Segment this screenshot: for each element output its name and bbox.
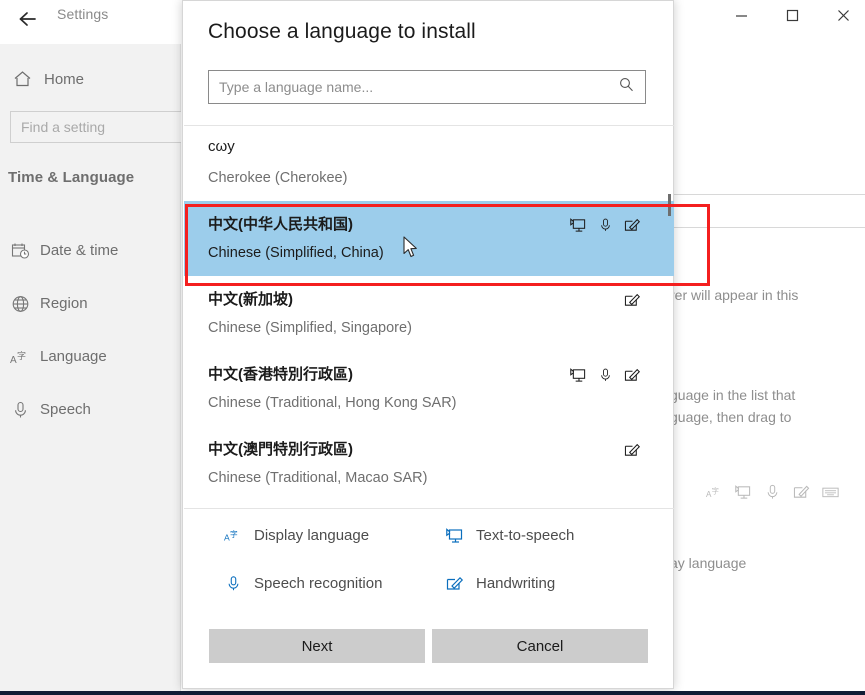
list-item[interactable]: 中文(新加坡) Chinese (Simplified, Singapore) <box>184 276 674 351</box>
legend-label: Handwriting <box>476 575 555 592</box>
text-to-speech-icon <box>446 527 464 544</box>
minimize-button[interactable] <box>718 0 764 30</box>
speech-icon <box>598 217 613 238</box>
legend-label: Speech recognition <box>254 575 382 592</box>
legend-item-handwriting: Handwriting <box>446 575 555 592</box>
cancel-button[interactable]: Cancel <box>432 629 648 663</box>
speech-icon <box>598 367 613 388</box>
svg-text:字: 字 <box>230 529 238 539</box>
sidebar-item-speech[interactable]: Speech <box>0 383 180 436</box>
sidebar-item-speech-label: Speech <box>40 401 91 418</box>
language-english-name: Chinese (Traditional, Hong Kong SAR) <box>208 395 457 411</box>
dialog-buttons: Next Cancel <box>183 621 673 671</box>
list-item[interactable]: 中文(香港特別行政區) Chinese (Traditional, Hong K… <box>184 351 674 426</box>
list-item[interactable]: сωу Cherokee (Cherokee) <box>184 126 674 201</box>
window-title: Settings <box>57 6 108 22</box>
sidebar-item-region-label: Region <box>40 295 88 312</box>
sidebar-item-date-time[interactable]: Date & time <box>0 224 180 277</box>
language-list[interactable]: сωу Cherokee (Cherokee) 中文(中华人民共和国) Chin… <box>184 126 674 507</box>
pane-text-fragment-3: guage, then drag to <box>670 409 791 425</box>
search-input-placeholder: Find a setting <box>11 119 105 135</box>
legend-item-speech-recognition: Speech recognition <box>224 575 382 592</box>
handwriting-icon <box>624 367 641 388</box>
language-native-name: 中文(中华人民共和国) <box>208 213 353 234</box>
svg-text:字: 字 <box>712 487 719 496</box>
search-icon <box>619 77 645 97</box>
svg-text:字: 字 <box>17 350 26 362</box>
language-english-name: Chinese (Simplified, China) <box>208 245 384 261</box>
handwriting-icon <box>793 484 810 505</box>
pane-text-fragment-1: rer will appear in this <box>670 287 798 303</box>
list-item[interactable]: 中文(中华人民共和国) Chinese (Simplified, China) <box>184 201 674 276</box>
handwriting-icon <box>624 217 641 238</box>
pane-text-fragment-2: guage in the list that <box>670 387 795 403</box>
microphone-icon <box>0 401 40 419</box>
screen: Settings <box>0 0 865 695</box>
language-native-name: 中文(新加坡) <box>208 288 293 309</box>
language-english-name: Cherokee (Cherokee) <box>208 170 347 186</box>
home-icon <box>0 70 44 88</box>
legend-label: Text-to-speech <box>476 527 574 544</box>
language-native-name: сωу <box>208 138 235 155</box>
sidebar-items: Date & time Region <box>0 224 180 436</box>
sidebar-item-region[interactable]: Region <box>0 277 180 330</box>
choose-language-dialog: Choose a language to install Type a lang… <box>182 0 674 689</box>
globe-icon <box>0 295 40 313</box>
text-to-speech-icon <box>570 217 587 238</box>
scrollbar-thumb[interactable] <box>668 194 671 216</box>
display-language-icon: A 字 <box>0 348 40 366</box>
sidebar-item-home-label: Home <box>44 71 84 88</box>
sidebar-item-date-time-label: Date & time <box>40 242 118 259</box>
language-feature-icons <box>624 292 641 313</box>
legend-item-text-to-speech: Text-to-speech <box>446 527 574 544</box>
feature-legend: A 字 Display language Text-to-speech <box>184 509 674 614</box>
language-native-name: 中文(香港特別行政區) <box>208 363 353 384</box>
sidebar-item-language-label: Language <box>40 348 107 365</box>
svg-text:A: A <box>10 355 17 366</box>
svg-text:A: A <box>224 533 230 543</box>
pane-feature-icons: A 字 <box>706 484 839 505</box>
language-feature-icons <box>570 367 641 388</box>
language-native-name: 中文(澳門特別行政區) <box>208 438 353 459</box>
speech-icon <box>764 484 781 505</box>
sidebar-item-home[interactable]: Home <box>0 59 180 99</box>
sidebar: Home Find a setting Time & Language <box>0 44 181 691</box>
back-arrow-icon[interactable] <box>8 2 48 36</box>
maximize-button[interactable] <box>769 0 815 30</box>
text-to-speech-icon <box>570 367 587 388</box>
legend-label: Display language <box>254 527 369 544</box>
language-feature-icons <box>570 217 641 238</box>
list-item[interactable]: 中文(澳門特別行政區) Chinese (Traditional, Macao … <box>184 426 674 501</box>
legend-item-display-language: A 字 Display language <box>224 527 369 544</box>
display-language-icon: A 字 <box>224 527 242 544</box>
handwriting-icon <box>446 575 464 592</box>
language-search-placeholder: Type a language name... <box>209 79 619 95</box>
sidebar-item-language[interactable]: A 字 Language <box>0 330 180 383</box>
taskbar <box>0 691 865 695</box>
handwriting-icon <box>624 292 641 313</box>
close-icon[interactable] <box>820 0 865 30</box>
calendar-clock-icon <box>0 242 40 260</box>
language-feature-icons <box>624 442 641 463</box>
pane-text-fragment-4: ay language <box>670 555 746 571</box>
language-english-name: Chinese (Traditional, Macao SAR) <box>208 470 427 486</box>
language-english-name: Chinese (Simplified, Singapore) <box>208 320 412 336</box>
mouse-cursor <box>403 236 419 260</box>
handwriting-icon <box>624 442 641 463</box>
display-language-icon: A 字 <box>706 484 723 505</box>
sidebar-section-title: Time & Language <box>8 169 134 186</box>
language-list-scrollbar[interactable] <box>667 126 673 507</box>
language-search-input[interactable]: Type a language name... <box>208 70 646 104</box>
keyboard-icon <box>822 484 839 505</box>
dialog-title: Choose a language to install <box>208 20 476 44</box>
speech-icon <box>224 575 242 592</box>
next-button[interactable]: Next <box>209 629 425 663</box>
search-input[interactable]: Find a setting <box>10 111 196 143</box>
text-to-speech-icon <box>735 484 752 505</box>
